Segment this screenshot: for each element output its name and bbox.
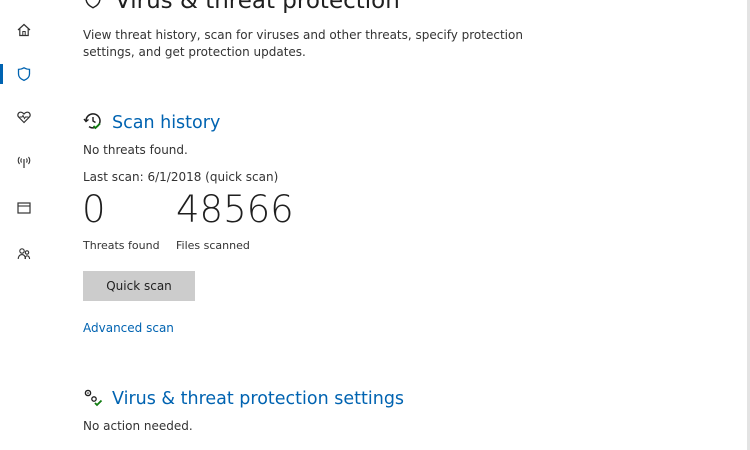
nav-item-firewall[interactable] [0, 145, 48, 179]
windows-security-window: Virus & threat protection View threat hi… [0, 0, 750, 450]
page-title: Virus & threat protection [115, 0, 400, 14]
files-scanned-label: Files scanned [176, 239, 250, 252]
wifi-antenna-icon [16, 154, 32, 170]
heart-health-icon [16, 109, 32, 125]
gears-check-icon [82, 386, 104, 412]
page-description: View threat history, scan for viruses an… [83, 28, 523, 59]
page-header: Virus & threat protection [83, 0, 400, 16]
family-icon [16, 246, 32, 262]
nav-item-app-browser[interactable] [0, 191, 48, 225]
quick-scan-button[interactable]: Quick scan [83, 271, 195, 301]
advanced-scan-link[interactable]: Advanced scan [83, 321, 174, 335]
nav-rail [0, 0, 48, 450]
nav-item-family[interactable] [0, 237, 48, 271]
nav-item-device-health[interactable] [0, 100, 48, 134]
threats-found-label: Threats found [83, 239, 160, 252]
scan-history-title: Scan history [112, 113, 221, 133]
scan-status-text: No threats found. [83, 143, 188, 157]
nav-item-virus-protection[interactable] [0, 57, 48, 91]
scan-history-heading[interactable]: Scan history [82, 110, 220, 136]
last-scan-text: Last scan: 6/1/2018 (quick scan) [83, 170, 279, 184]
app-browser-icon [16, 200, 32, 216]
files-scanned-count: 48566 [176, 188, 294, 231]
shield-icon [16, 66, 32, 82]
protection-settings-title: Virus & threat protection settings [112, 389, 405, 409]
threats-found-count: 0 [82, 188, 106, 231]
home-icon [16, 22, 32, 38]
nav-item-home[interactable] [0, 13, 48, 47]
clock-check-icon [82, 110, 104, 136]
shield-icon [83, 0, 103, 14]
protection-settings-heading[interactable]: Virus & threat protection settings [82, 386, 404, 412]
settings-status-text: No action needed. [83, 419, 193, 433]
